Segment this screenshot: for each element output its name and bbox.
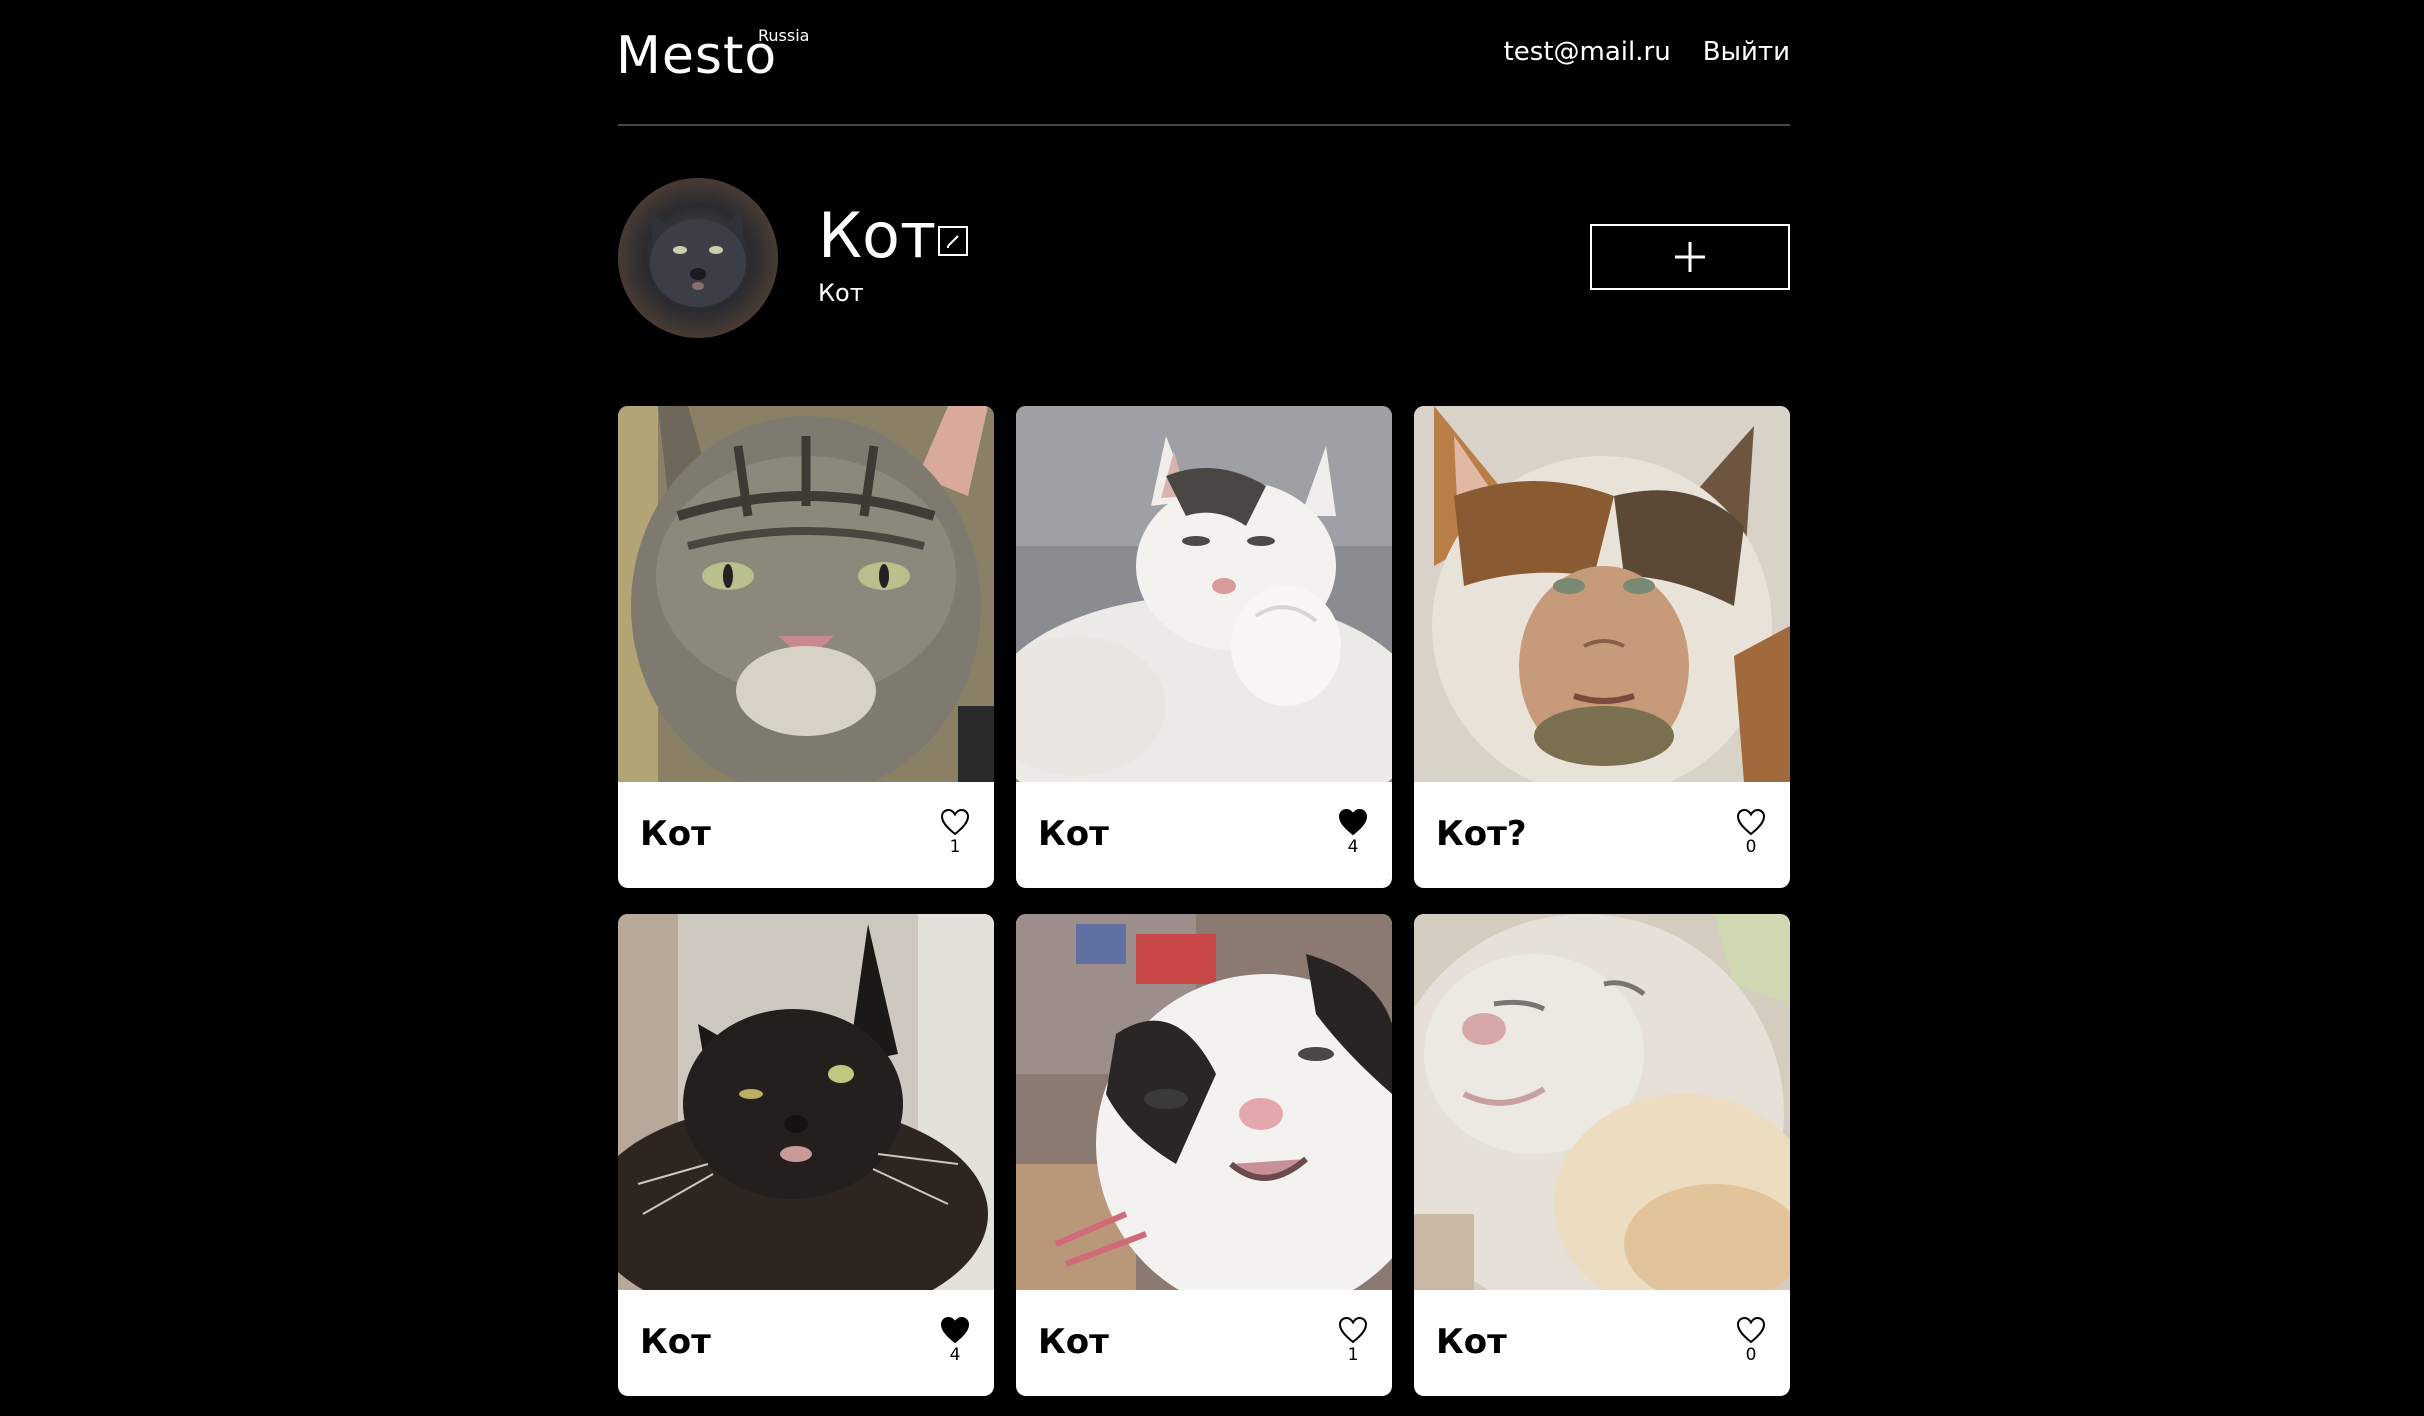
edit-profile-button[interactable] xyxy=(938,226,968,256)
like-count: 4 xyxy=(949,1345,961,1365)
header-nav: test@mail.ru Выйти xyxy=(1504,36,1790,68)
heart-outline-icon xyxy=(1736,1316,1766,1344)
card-footer: Кот 1 xyxy=(618,782,994,888)
card-footer: Кот 0 xyxy=(1414,1290,1790,1396)
card-title: Кот xyxy=(640,814,711,854)
profile: Кот Кот xyxy=(618,178,1790,338)
cat-photo-cream-sleepy xyxy=(1414,914,1790,1290)
card-title: Кот? xyxy=(1436,814,1527,854)
card-image[interactable] xyxy=(618,914,994,1290)
profile-about: Кот xyxy=(818,279,864,307)
like-count: 1 xyxy=(1347,1345,1359,1365)
avatar-cat-image xyxy=(618,178,778,338)
cat-photo-calico-face xyxy=(1414,406,1790,782)
card: Кот 4 xyxy=(1016,406,1392,888)
cat-photo-bw-closeup xyxy=(1016,914,1392,1290)
like-count: 0 xyxy=(1745,1345,1757,1365)
like-button[interactable]: 4 xyxy=(1338,808,1368,856)
like-button[interactable]: 0 xyxy=(1736,808,1766,856)
card-title: Кот xyxy=(1436,1322,1507,1362)
card: Кот 1 xyxy=(618,406,994,888)
logo[interactable]: Mesto xyxy=(616,24,777,88)
like-button[interactable]: 4 xyxy=(940,1316,970,1364)
like-count: 0 xyxy=(1745,837,1757,857)
cards-grid: Кот 1 Кот 4 Кот? 0 Кот 4 Кот 1 Кот 0 xyxy=(618,406,1790,1396)
cat-photo-black xyxy=(618,914,994,1290)
heart-filled-icon xyxy=(940,1316,970,1344)
cat-photo-tabby xyxy=(618,406,994,782)
card-image[interactable] xyxy=(1016,914,1392,1290)
header: Mesto Russia test@mail.ru Выйти xyxy=(616,0,1790,126)
like-button[interactable]: 1 xyxy=(1338,1316,1368,1364)
card-footer: Кот? 0 xyxy=(1414,782,1790,888)
pencil-icon xyxy=(947,235,959,248)
card: Кот 4 xyxy=(618,914,994,1396)
profile-name: Кот xyxy=(818,199,937,272)
logo-superscript: Russia xyxy=(758,26,810,45)
card-image[interactable] xyxy=(1414,406,1790,782)
add-card-button[interactable] xyxy=(1590,224,1790,290)
card-footer: Кот 4 xyxy=(618,1290,994,1396)
heart-filled-icon xyxy=(1338,808,1368,836)
cat-photo-white-thinking xyxy=(1016,406,1392,782)
heart-outline-icon xyxy=(940,808,970,836)
like-count: 1 xyxy=(949,837,961,857)
page: Mesto Russia test@mail.ru Выйти Кот Кот … xyxy=(0,0,2424,1416)
logout-link[interactable]: Выйти xyxy=(1703,36,1790,68)
like-button[interactable]: 1 xyxy=(940,808,970,856)
card: Кот 0 xyxy=(1414,914,1790,1396)
card-title: Кот xyxy=(1038,814,1109,854)
card-image[interactable] xyxy=(618,406,994,782)
like-count: 4 xyxy=(1347,837,1359,857)
card-title: Кот xyxy=(1038,1322,1109,1362)
card: Кот 1 xyxy=(1016,914,1392,1396)
card-title: Кот xyxy=(640,1322,711,1362)
plus-icon xyxy=(1675,242,1705,272)
heart-outline-icon xyxy=(1736,808,1766,836)
user-email: test@mail.ru xyxy=(1503,37,1671,67)
heart-outline-icon xyxy=(1338,1316,1368,1344)
card-footer: Кот 4 xyxy=(1016,782,1392,888)
card-footer: Кот 1 xyxy=(1016,1290,1392,1396)
card-image[interactable] xyxy=(1414,914,1790,1290)
avatar[interactable] xyxy=(618,178,778,338)
like-button[interactable]: 0 xyxy=(1736,1316,1766,1364)
card-image[interactable] xyxy=(1016,406,1392,782)
card: Кот? 0 xyxy=(1414,406,1790,888)
